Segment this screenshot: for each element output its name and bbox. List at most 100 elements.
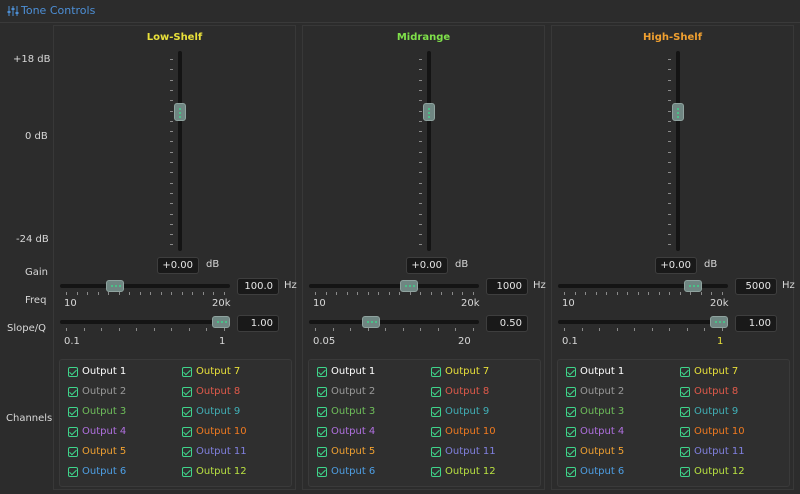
- gain-tick: [668, 244, 671, 246]
- checkbox-checked-icon[interactable]: [680, 367, 690, 377]
- slope-slider-track[interactable]: [60, 320, 230, 324]
- freq-slider-tick: [378, 292, 380, 295]
- gain-tick: [668, 110, 671, 112]
- checkbox-checked-icon[interactable]: [431, 367, 441, 377]
- freq-slider-tick: [97, 292, 99, 295]
- checkbox-checked-icon[interactable]: [182, 447, 192, 457]
- checkbox-checked-icon[interactable]: [317, 467, 327, 477]
- gain-tick: [170, 151, 173, 153]
- freq-slider-track[interactable]: [558, 284, 728, 288]
- freq-slider-tick: [336, 292, 338, 295]
- checkbox-checked-icon[interactable]: [431, 407, 441, 417]
- gain-value-field[interactable]: +0.00: [655, 257, 697, 274]
- checkbox-checked-icon[interactable]: [182, 387, 192, 397]
- checkbox-checked-icon[interactable]: [431, 467, 441, 477]
- db-mid-label: 0 dB: [25, 131, 48, 142]
- freq-max-label: 20k: [461, 298, 480, 309]
- checkbox-checked-icon[interactable]: [566, 467, 576, 477]
- freq-slider-tick: [388, 292, 390, 295]
- checkbox-checked-icon[interactable]: [182, 427, 192, 437]
- gain-tick: [419, 79, 422, 81]
- checkbox-checked-icon[interactable]: [68, 467, 78, 477]
- freq-slider-thumb[interactable]: [684, 280, 703, 292]
- checkbox-checked-icon[interactable]: [566, 447, 576, 457]
- checkbox-checked-icon[interactable]: [317, 427, 327, 437]
- gain-tick: [170, 192, 173, 194]
- channels-box: Output 1 Output 2 Output 3 Output 4 Outp…: [557, 359, 790, 487]
- freq-slider-thumb[interactable]: [105, 280, 124, 292]
- slope-slider-tick: [599, 328, 601, 331]
- checkbox-checked-icon[interactable]: [317, 387, 327, 397]
- gain-slider-track[interactable]: [676, 51, 680, 251]
- checkbox-checked-icon[interactable]: [680, 387, 690, 397]
- output-label: Output 5: [580, 446, 625, 457]
- checkbox-checked-icon[interactable]: [317, 367, 327, 377]
- checkbox-checked-icon[interactable]: [68, 387, 78, 397]
- checkbox-checked-icon[interactable]: [431, 447, 441, 457]
- freq-value-field[interactable]: 5000: [735, 278, 777, 295]
- freq-slider-tick: [409, 292, 411, 295]
- gain-slider-thumb[interactable]: [672, 102, 684, 121]
- output-label: Output 9: [445, 406, 490, 417]
- freq-value-field[interactable]: 1000: [486, 278, 528, 295]
- checkbox-checked-icon[interactable]: [680, 447, 690, 457]
- checkbox-checked-icon[interactable]: [431, 387, 441, 397]
- freq-slider-track[interactable]: [60, 284, 230, 288]
- freq-slider-tick: [150, 292, 152, 295]
- slope-slider-thumb[interactable]: [362, 316, 381, 328]
- slope-value-field[interactable]: 1.00: [735, 315, 777, 332]
- checkbox-checked-icon[interactable]: [68, 407, 78, 417]
- freq-value-field[interactable]: 100.0: [237, 278, 279, 295]
- slope-max-label: 1: [717, 336, 724, 347]
- checkbox-checked-icon[interactable]: [317, 407, 327, 417]
- freq-slider-tick: [574, 292, 576, 295]
- gain-tick: [170, 213, 173, 215]
- freq-slider-tick: [346, 292, 348, 295]
- slope-slider-tick: [136, 328, 138, 331]
- slope-slider-thumb[interactable]: [212, 316, 230, 328]
- checkbox-checked-icon[interactable]: [317, 447, 327, 457]
- freq-max-label: 20k: [710, 298, 729, 309]
- gain-value-field[interactable]: +0.00: [406, 257, 448, 274]
- gain-tick: [668, 100, 671, 102]
- checkbox-checked-icon[interactable]: [680, 407, 690, 417]
- checkbox-checked-icon[interactable]: [182, 407, 192, 417]
- checkbox-checked-icon[interactable]: [68, 427, 78, 437]
- checkbox-checked-icon[interactable]: [431, 427, 441, 437]
- gain-slider-thumb[interactable]: [423, 102, 435, 121]
- slope-slider-tick: [722, 328, 723, 331]
- gain-tick: [419, 234, 422, 236]
- gain-slider-track[interactable]: [427, 51, 431, 251]
- slope-slider-tick: [616, 328, 618, 331]
- checkbox-checked-icon[interactable]: [566, 407, 576, 417]
- freq-row-label: Freq: [25, 295, 47, 306]
- checkbox-checked-icon[interactable]: [182, 467, 192, 477]
- tone-controls-window: Tone Controls +18 dB 0 dB -24 dB Gain Fr…: [0, 0, 800, 494]
- checkbox-checked-icon[interactable]: [566, 387, 576, 397]
- slope-slider-track[interactable]: [309, 320, 479, 324]
- freq-slider-tick: [202, 292, 204, 295]
- checkbox-checked-icon[interactable]: [566, 367, 576, 377]
- checkbox-checked-icon[interactable]: [68, 447, 78, 457]
- slope-slider-track[interactable]: [558, 320, 728, 324]
- checkbox-checked-icon[interactable]: [680, 427, 690, 437]
- slope-slider-thumb[interactable]: [710, 316, 728, 328]
- gain-value-field[interactable]: +0.00: [157, 257, 199, 274]
- checkbox-checked-icon[interactable]: [680, 467, 690, 477]
- output-label: Output 4: [331, 426, 376, 437]
- freq-slider-track[interactable]: [309, 284, 479, 288]
- gain-tick: [419, 141, 422, 143]
- checkbox-checked-icon[interactable]: [182, 367, 192, 377]
- gain-tick: [419, 192, 422, 194]
- checkbox-checked-icon[interactable]: [566, 427, 576, 437]
- checkbox-checked-icon[interactable]: [68, 367, 78, 377]
- gain-tick: [668, 79, 671, 81]
- band-panel-1: Low-Shelf +0.00 dB 100.0 Hz 10 20k 1.00 0.1 1 …: [53, 25, 297, 490]
- gain-slider-track[interactable]: [178, 51, 182, 251]
- slope-value-field[interactable]: 0.50: [486, 315, 528, 332]
- gain-slider-thumb[interactable]: [174, 102, 186, 121]
- freq-slider-thumb[interactable]: [400, 280, 419, 292]
- freq-slider-tick: [399, 292, 401, 295]
- slope-value-field[interactable]: 1.00: [237, 315, 279, 332]
- gain-tick: [668, 141, 671, 143]
